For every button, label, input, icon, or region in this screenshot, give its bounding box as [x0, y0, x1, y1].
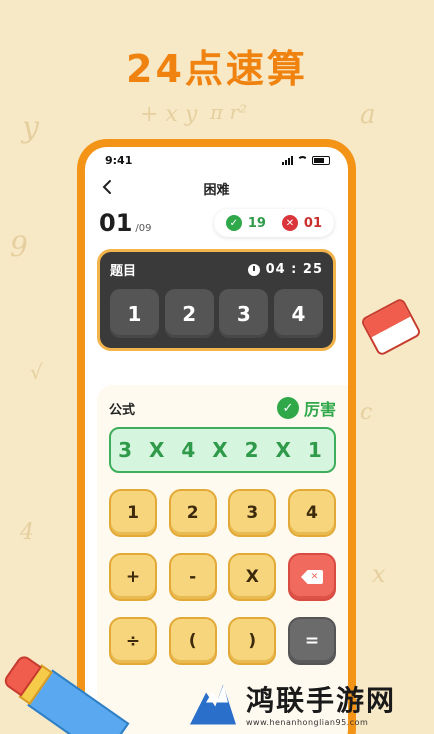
question-total: /09 — [135, 223, 152, 234]
number-tile: 3 — [219, 289, 269, 338]
score-box: ✓ 19 ✕ 01 — [213, 209, 334, 237]
number-tile: 4 — [273, 289, 323, 338]
watermark: 鸿联手游网 www.henanhonglian95.com — [188, 677, 434, 734]
key-minus[interactable]: - — [168, 553, 217, 601]
timer: 04 : 25 — [247, 262, 323, 277]
check-circle-icon: ✓ — [276, 397, 299, 419]
key-divide[interactable]: ÷ — [109, 617, 157, 665]
problem-card: 题目 04 : 25 1 2 3 4 — [97, 249, 336, 351]
wrong-score: ✕ 01 — [281, 215, 322, 231]
nav-bar: 困难 — [85, 173, 348, 203]
number-tiles: 1 2 3 4 — [110, 289, 323, 338]
keypad: 1 2 3 4 + - X ✕ ÷ ( ) = — [109, 489, 336, 665]
mountain-logo-icon — [188, 681, 240, 731]
backspace-icon: ✕ — [300, 570, 323, 584]
key-open-paren[interactable]: ( — [168, 617, 217, 665]
wifi-icon — [297, 156, 308, 164]
equals-button[interactable]: = — [287, 617, 336, 665]
status-time: 9:41 — [105, 153, 133, 167]
question-current: 01 — [99, 209, 133, 237]
chevron-left-icon[interactable] — [99, 178, 117, 196]
status-bar: 9:41 — [85, 147, 348, 173]
key-close-paren[interactable]: ) — [228, 617, 277, 665]
praise-text: 厉害 — [303, 400, 336, 419]
key-1[interactable]: 1 — [109, 489, 157, 537]
key-plus[interactable]: + — [109, 553, 157, 601]
key-multiply[interactable]: X — [228, 553, 277, 601]
problem-label: 题目 — [110, 264, 137, 279]
key-4[interactable]: 4 — [287, 489, 336, 537]
number-tile: 2 — [164, 289, 214, 338]
promo-title: 24点速算 — [126, 47, 308, 91]
key-3[interactable]: 3 — [228, 489, 277, 537]
praise-badge: ✓ 厉害 — [276, 396, 336, 420]
watermark-name: 鸿联手游网 — [246, 684, 397, 717]
wrong-count: 01 — [303, 215, 322, 231]
key-2[interactable]: 2 — [168, 489, 217, 537]
difficulty-title: 困难 — [203, 182, 230, 198]
formula-label: 公式 — [109, 402, 136, 418]
watermark-text: 鸿联手游网 www.henanhonglian95.com — [246, 684, 396, 727]
clock-icon — [247, 263, 260, 276]
problem-header: 题目 04 : 25 — [110, 260, 323, 279]
phone-frame: 9:41 困难 01 /09 ✓ 19 ✕ 01 题目 04: 25 1 2 … — [77, 139, 356, 734]
formula-header: 公式 ✓ 厉害 — [109, 395, 336, 421]
correct-count: 19 — [247, 215, 266, 231]
correct-score: ✓ 19 — [225, 215, 266, 231]
status-icons — [282, 155, 330, 165]
check-circle-icon: ✓ — [225, 215, 242, 231]
timer-value: 04 : 25 — [265, 262, 323, 277]
number-tile: 1 — [110, 289, 159, 338]
delete-button[interactable]: ✕ — [287, 553, 336, 601]
question-counter: 01 /09 — [99, 209, 152, 237]
watermark-url: www.henanhonglian95.com — [246, 718, 369, 727]
app-screen: 9:41 困难 01 /09 ✓ 19 ✕ 01 题目 04: 25 1 2 … — [85, 147, 348, 734]
formula-expression[interactable]: 3 X 4 X 2 X 1 — [109, 427, 336, 473]
battery-icon — [312, 155, 330, 165]
signal-icon — [282, 155, 293, 165]
x-circle-icon: ✕ — [281, 215, 298, 231]
progress-row: 01 /09 ✓ 19 ✕ 01 — [85, 203, 348, 243]
